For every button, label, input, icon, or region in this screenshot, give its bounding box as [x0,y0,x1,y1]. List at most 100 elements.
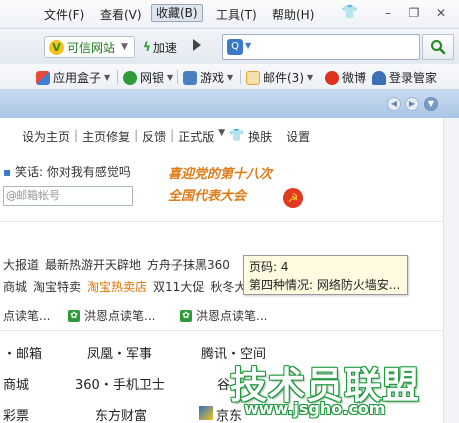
site-link-mall[interactable]: 商城 [3,374,29,393]
skin-shirt-icon[interactable]: 👕 [341,4,359,22]
tab-list-dropdown-icon[interactable]: ▼ [424,97,438,111]
party-emblem-icon: ☭ [283,188,303,208]
read-pen-label: 洪恩点读笔... [196,309,268,323]
divider [240,70,241,84]
apps-bar: 应用盒子 ▼ 网银 ▼ 游戏 ▼ 邮件(3) ▼ 微博 登录管家 [0,64,459,90]
shopping-row: 商城 淘宝特卖 淘宝热卖店 双11大促 秋冬大 [3,278,246,295]
read-pen-label: 洪恩点读笔... [84,309,156,323]
login-manager-button[interactable]: 登录管家 [372,69,437,86]
minimize-icon[interactable]: – [379,4,397,22]
site-link-360[interactable]: 360・手机卫士 [75,374,165,393]
site-link-mail[interactable]: ・邮箱 [3,343,42,362]
trusted-site-button[interactable]: V 可信网站 ▼ [44,36,135,58]
feedback-link[interactable]: 反馈 [142,128,166,145]
shirt-skin-icon: 👕 [229,128,245,142]
app-box-icon [36,70,50,85]
bank-label: 网银 [140,71,165,85]
read-pen-link[interactable]: 点读笔... [3,307,50,324]
tab-strip: ◀ ▶ ▼ [0,90,459,118]
divider: | [74,128,79,142]
trusted-site-label: 可信网站 [67,40,116,55]
watermark: 技术员联盟 www.jsgho.com [230,355,455,423]
settings-link[interactable]: 设置 [286,128,310,145]
close-icon[interactable]: ✕ [432,4,450,22]
shop-link[interactable]: 淘宝特卖 [33,278,81,295]
menu-view[interactable]: 查看(V) [100,6,142,23]
news-link[interactable]: 大报道 [3,256,39,273]
menu-favorites[interactable]: 收藏(B) [151,4,203,22]
menu-file[interactable]: 文件(F) [44,6,84,23]
games-button[interactable]: 游戏 ▼ [183,69,233,86]
chevron-down-icon: ▼ [121,42,128,52]
chevron-down-icon: ▼ [104,73,111,82]
site-link-google[interactable]: 谷 [217,374,230,393]
play-arrow-icon[interactable] [193,39,201,51]
app-box-label: 应用盒子 [53,71,102,85]
address-toolbar: V 可信网站 ▼ ϟ 加速 Q ▼ [0,28,459,64]
joke-icon: ▪ [3,165,12,179]
divider: | [134,128,139,142]
tooltip-page-number: 页码: 4 [249,260,289,274]
homepage-nav: 设为主页 | 主页修复 | 反馈 | 正式版 ▼ 👕 换肤 设置 [22,128,310,145]
divider [0,330,443,331]
hongen-logo-icon: ✿ [180,309,192,322]
shop-link[interactable]: 秋冬大 [210,278,246,295]
search-input[interactable]: Q ▼ [222,34,420,60]
banner-line2: 全国代表大会 [168,189,247,204]
read-pen-label: 点读笔... [3,309,51,323]
watermark-url: www.jsgho.com [244,399,386,418]
joke-label: 笑话: 你对我有感觉吗 [14,165,131,179]
restore-icon[interactable]: ❐ [405,4,423,22]
weibo-icon [325,70,339,85]
divider [117,70,118,84]
joke-link[interactable]: ▪ 笑话: 你对我有感觉吗 [3,163,131,180]
games-label: 游戏 [200,71,225,85]
shop-link[interactable]: 双11大促 [153,278,204,295]
chevron-down-icon: ▼ [167,73,174,82]
shop-link[interactable]: 商城 [3,278,27,295]
search-icon [431,40,446,55]
email-field[interactable]: 邮箱帐号 [3,186,133,206]
menu-help[interactable]: 帮助(H) [272,6,314,23]
news-link[interactable]: 最新热游开天辟地 [45,256,141,273]
chevron-down-icon[interactable]: ▼ [245,41,251,50]
tab-scroll-left-icon[interactable]: ◀ [387,97,401,111]
version-link[interactable]: 正式版 [178,128,214,145]
app-box-button[interactable]: 应用盒子 ▼ [36,69,110,86]
jd-logo-icon [199,406,213,420]
tooltip-message: 第四种情况: 网络防火墙安... [249,278,401,292]
weibo-label: 微博 [342,71,367,85]
chevron-down-icon: ▼ [307,73,314,82]
site-link-eastmoney[interactable]: 东方财富 [95,405,147,423]
login-manager-label: 登录管家 [389,71,438,85]
read-pen-link[interactable]: ✿ 洪恩点读笔... [68,307,155,324]
weibo-button[interactable]: 微博 [325,69,366,86]
change-skin-link[interactable]: 换肤 [248,128,272,145]
search-engine-icon[interactable]: Q [227,39,243,55]
accelerate-button[interactable]: ϟ 加速 [143,36,177,58]
bank-icon [123,70,137,85]
tab-scroll-right-icon[interactable]: ▶ [405,97,419,111]
mail-label: 邮件(3) [263,71,304,85]
divider: | [170,128,175,142]
congress-banner[interactable]: 喜迎党的第十八次 全国代表大会 [168,164,272,208]
news-link[interactable]: 方舟子抹黑360 [147,256,230,273]
shop-link-hot[interactable]: 淘宝热卖店 [87,278,147,295]
site-link-ifeng[interactable]: 凤凰・军事 [87,343,152,362]
search-button[interactable] [422,34,454,60]
menu-bar: 文件(F) 查看(V) 收藏(B) 工具(T) 帮助(H) 👕 – ❐ ✕ [0,0,459,28]
game-icon [183,70,197,85]
site-link-lottery[interactable]: 彩票 [3,405,29,423]
homepage-repair-link[interactable]: 主页修复 [82,128,130,145]
divider [177,70,178,84]
set-homepage-link[interactable]: 设为主页 [22,128,70,145]
chevron-down-icon[interactable]: ▼ [218,128,225,145]
tooltip: 页码: 4 第四种情况: 网络防火墙安... [243,255,408,295]
mail-button[interactable]: 邮件(3) ▼ [246,69,313,86]
divider [0,221,443,222]
menu-tools[interactable]: 工具(T) [216,6,257,23]
bank-button[interactable]: 网银 ▼ [123,69,173,86]
read-pen-link[interactable]: ✿ 洪恩点读笔... [180,307,267,324]
accelerate-label: 加速 [152,40,177,55]
